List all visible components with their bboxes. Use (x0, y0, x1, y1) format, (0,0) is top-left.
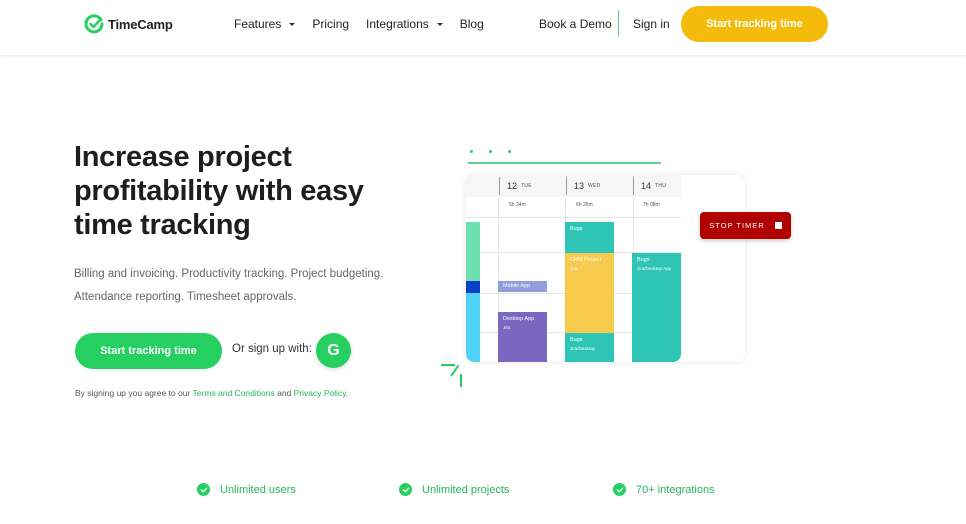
day-separator (566, 177, 567, 195)
terms-notice: By signing up you agree to our Terms and… (75, 388, 348, 398)
feature-item: 70+ integrations (613, 483, 715, 496)
block-subtitle: Jira (503, 324, 511, 330)
day-separator (633, 177, 634, 195)
google-icon: G (327, 341, 340, 359)
time-block: Bugs Jira/Desktop App (632, 253, 681, 362)
feature-label: Unlimited projects (422, 483, 510, 496)
check-circle-icon (399, 483, 412, 496)
day-number: 14 (641, 181, 652, 191)
nav-pricing[interactable]: Pricing (312, 17, 349, 31)
terms-suffix: . (345, 388, 349, 398)
hero-title: Increase project profitability with easy… (74, 141, 364, 241)
decorative-stroke (441, 364, 455, 366)
block-subtitle: Jira/Desktop App (637, 265, 672, 271)
terms-link[interactable]: Terms and Conditions (193, 388, 275, 398)
timecamp-logo-icon (84, 14, 104, 34)
day-header: 12 TUE (499, 175, 532, 197)
block-title: Bugs (637, 257, 650, 263)
day-name: THU (655, 183, 667, 189)
check-circle-icon (613, 483, 626, 496)
day-header: 13 WED (566, 175, 601, 197)
nav-features[interactable]: Features (234, 17, 296, 31)
day-number: 13 (574, 181, 585, 191)
day-name: WED (588, 183, 601, 189)
nav-integrations-label: Integrations (366, 17, 429, 31)
privacy-link[interactable]: Privacy Policy (294, 388, 346, 398)
header-divider (618, 10, 619, 37)
time-block: CRM Project Jira (565, 253, 614, 333)
time-strip-block (466, 281, 480, 293)
day-number: 12 (507, 181, 518, 191)
hero-subtitle: Billing and invoicing. Productivity trac… (74, 268, 384, 303)
dot (470, 150, 473, 153)
stop-timer-button[interactable]: STOP TIMER (700, 212, 791, 239)
chevron-down-icon (436, 22, 443, 26)
time-block: Mobile App (498, 281, 547, 292)
time-block: Bugs (565, 222, 614, 253)
google-signup-button[interactable]: G (316, 333, 351, 368)
nav-pricing-label: Pricing (312, 17, 350, 31)
start-tracking-button[interactable]: Start tracking time (75, 333, 222, 369)
start-tracking-header-button[interactable]: Start tracking time (681, 6, 828, 42)
dot (508, 150, 511, 153)
terms-and: and (274, 388, 294, 398)
logo[interactable]: TimeCamp (84, 14, 173, 34)
decorative-line (468, 162, 661, 164)
decorative-stroke (460, 374, 462, 387)
feature-label: 70+ integrations (636, 483, 715, 496)
feature-label: Unlimited users (220, 483, 296, 496)
time-strip-block (466, 222, 480, 281)
nav-features-label: Features (234, 17, 282, 31)
nav-blog[interactable]: Blog (460, 17, 484, 31)
chevron-down-icon (289, 22, 296, 26)
block-title: CRM Project (570, 257, 602, 263)
time-block: Desktop App Jira (498, 312, 547, 362)
feature-item: Unlimited users (197, 483, 296, 496)
site-header: TimeCamp Features Pricing Integrations B… (0, 0, 966, 56)
nav-integrations[interactable]: Integrations (366, 17, 443, 31)
stop-timer-label: STOP TIMER (709, 221, 765, 230)
day-separator (499, 177, 500, 195)
block-title: Bugs (570, 337, 583, 343)
book-demo-link[interactable]: Book a Demo (539, 17, 612, 31)
decorative-stroke (450, 364, 459, 377)
day-total: 5h 24m (509, 202, 526, 208)
block-title: Desktop App (503, 316, 535, 322)
time-strip-block (466, 293, 480, 362)
check-circle-icon (197, 483, 210, 496)
feature-item: Unlimited projects (399, 483, 509, 496)
main-nav: Features Pricing Integrations Blog (234, 17, 501, 31)
terms-prefix: By signing up you agree to our (75, 388, 193, 398)
nav-blog-label: Blog (459, 17, 484, 31)
day-total: 6h 26m (576, 202, 593, 208)
or-sign-up-label: Or sign up with: (232, 343, 312, 355)
stop-square-icon (774, 222, 782, 229)
block-title: Mobile App (503, 283, 531, 289)
day-name: TUE (521, 183, 532, 189)
feature-list: Unlimited users Unlimited projects 70+ i… (0, 483, 966, 499)
dot (489, 150, 492, 153)
sign-in-link[interactable]: Sign in (633, 17, 670, 31)
brand-name: TimeCamp (108, 16, 173, 32)
decorative-dots (470, 150, 511, 153)
block-subtitle: Jira/Desktop (570, 345, 596, 351)
block-subtitle: Jira (570, 265, 578, 271)
block-title: Bugs (570, 226, 583, 232)
day-header: 14 THU (633, 175, 666, 197)
time-block: Bugs Jira/Desktop (565, 333, 614, 362)
calendar-illustration: 12 TUE 13 WED 14 THU 5h 24m 6h 26m 7h 08… (466, 175, 745, 362)
day-total: 7h 08m (643, 202, 660, 208)
